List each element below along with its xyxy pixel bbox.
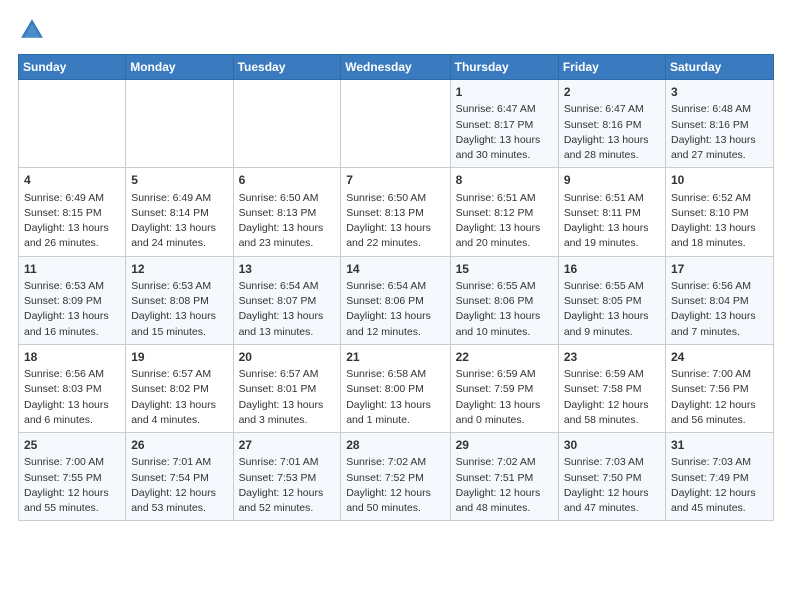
weekday-header-monday: Monday — [126, 55, 233, 80]
day-number: 1 — [456, 84, 553, 101]
day-number: 11 — [24, 261, 120, 278]
day-number: 2 — [564, 84, 660, 101]
day-number: 28 — [346, 437, 444, 454]
day-cell-12: 12Sunrise: 6:53 AMSunset: 8:08 PMDayligh… — [126, 256, 233, 344]
logo — [18, 16, 50, 44]
day-number: 12 — [131, 261, 227, 278]
weekday-header-sunday: Sunday — [19, 55, 126, 80]
calendar-table: SundayMondayTuesdayWednesdayThursdayFrid… — [18, 54, 774, 521]
day-cell-7: 7Sunrise: 6:50 AMSunset: 8:13 PMDaylight… — [341, 168, 450, 256]
day-cell-5: 5Sunrise: 6:49 AMSunset: 8:14 PMDaylight… — [126, 168, 233, 256]
empty-cell — [233, 80, 341, 168]
day-number: 16 — [564, 261, 660, 278]
weekday-row: SundayMondayTuesdayWednesdayThursdayFrid… — [19, 55, 774, 80]
day-cell-2: 2Sunrise: 6:47 AMSunset: 8:16 PMDaylight… — [558, 80, 665, 168]
day-number: 31 — [671, 437, 768, 454]
weekday-header-saturday: Saturday — [666, 55, 774, 80]
day-cell-25: 25Sunrise: 7:00 AMSunset: 7:55 PMDayligh… — [19, 433, 126, 521]
day-number: 24 — [671, 349, 768, 366]
day-cell-15: 15Sunrise: 6:55 AMSunset: 8:06 PMDayligh… — [450, 256, 558, 344]
day-cell-29: 29Sunrise: 7:02 AMSunset: 7:51 PMDayligh… — [450, 433, 558, 521]
week-row-2: 4Sunrise: 6:49 AMSunset: 8:15 PMDaylight… — [19, 168, 774, 256]
day-cell-18: 18Sunrise: 6:56 AMSunset: 8:03 PMDayligh… — [19, 344, 126, 432]
day-cell-19: 19Sunrise: 6:57 AMSunset: 8:02 PMDayligh… — [126, 344, 233, 432]
empty-cell — [19, 80, 126, 168]
day-number: 21 — [346, 349, 444, 366]
day-cell-28: 28Sunrise: 7:02 AMSunset: 7:52 PMDayligh… — [341, 433, 450, 521]
header — [18, 16, 774, 44]
day-cell-26: 26Sunrise: 7:01 AMSunset: 7:54 PMDayligh… — [126, 433, 233, 521]
calendar-body: 1Sunrise: 6:47 AMSunset: 8:17 PMDaylight… — [19, 80, 774, 521]
day-number: 15 — [456, 261, 553, 278]
page: SundayMondayTuesdayWednesdayThursdayFrid… — [0, 0, 792, 531]
day-cell-20: 20Sunrise: 6:57 AMSunset: 8:01 PMDayligh… — [233, 344, 341, 432]
day-cell-4: 4Sunrise: 6:49 AMSunset: 8:15 PMDaylight… — [19, 168, 126, 256]
day-cell-31: 31Sunrise: 7:03 AMSunset: 7:49 PMDayligh… — [666, 433, 774, 521]
day-number: 5 — [131, 172, 227, 189]
day-cell-10: 10Sunrise: 6:52 AMSunset: 8:10 PMDayligh… — [666, 168, 774, 256]
day-number: 14 — [346, 261, 444, 278]
day-number: 18 — [24, 349, 120, 366]
day-cell-30: 30Sunrise: 7:03 AMSunset: 7:50 PMDayligh… — [558, 433, 665, 521]
day-number: 19 — [131, 349, 227, 366]
day-number: 8 — [456, 172, 553, 189]
calendar-header: SundayMondayTuesdayWednesdayThursdayFrid… — [19, 55, 774, 80]
day-number: 27 — [239, 437, 336, 454]
week-row-5: 25Sunrise: 7:00 AMSunset: 7:55 PMDayligh… — [19, 433, 774, 521]
day-cell-13: 13Sunrise: 6:54 AMSunset: 8:07 PMDayligh… — [233, 256, 341, 344]
day-number: 29 — [456, 437, 553, 454]
weekday-header-wednesday: Wednesday — [341, 55, 450, 80]
day-number: 17 — [671, 261, 768, 278]
day-cell-1: 1Sunrise: 6:47 AMSunset: 8:17 PMDaylight… — [450, 80, 558, 168]
empty-cell — [341, 80, 450, 168]
weekday-header-friday: Friday — [558, 55, 665, 80]
day-cell-6: 6Sunrise: 6:50 AMSunset: 8:13 PMDaylight… — [233, 168, 341, 256]
day-number: 7 — [346, 172, 444, 189]
day-cell-3: 3Sunrise: 6:48 AMSunset: 8:16 PMDaylight… — [666, 80, 774, 168]
week-row-4: 18Sunrise: 6:56 AMSunset: 8:03 PMDayligh… — [19, 344, 774, 432]
logo-icon — [18, 16, 46, 44]
day-number: 10 — [671, 172, 768, 189]
day-cell-17: 17Sunrise: 6:56 AMSunset: 8:04 PMDayligh… — [666, 256, 774, 344]
day-cell-14: 14Sunrise: 6:54 AMSunset: 8:06 PMDayligh… — [341, 256, 450, 344]
weekday-header-tuesday: Tuesday — [233, 55, 341, 80]
day-number: 23 — [564, 349, 660, 366]
day-cell-23: 23Sunrise: 6:59 AMSunset: 7:58 PMDayligh… — [558, 344, 665, 432]
day-cell-22: 22Sunrise: 6:59 AMSunset: 7:59 PMDayligh… — [450, 344, 558, 432]
weekday-header-thursday: Thursday — [450, 55, 558, 80]
day-cell-16: 16Sunrise: 6:55 AMSunset: 8:05 PMDayligh… — [558, 256, 665, 344]
day-cell-27: 27Sunrise: 7:01 AMSunset: 7:53 PMDayligh… — [233, 433, 341, 521]
day-number: 20 — [239, 349, 336, 366]
day-number: 26 — [131, 437, 227, 454]
day-number: 30 — [564, 437, 660, 454]
day-cell-9: 9Sunrise: 6:51 AMSunset: 8:11 PMDaylight… — [558, 168, 665, 256]
week-row-3: 11Sunrise: 6:53 AMSunset: 8:09 PMDayligh… — [19, 256, 774, 344]
day-number: 25 — [24, 437, 120, 454]
day-cell-21: 21Sunrise: 6:58 AMSunset: 8:00 PMDayligh… — [341, 344, 450, 432]
day-number: 9 — [564, 172, 660, 189]
day-number: 13 — [239, 261, 336, 278]
day-number: 4 — [24, 172, 120, 189]
day-cell-8: 8Sunrise: 6:51 AMSunset: 8:12 PMDaylight… — [450, 168, 558, 256]
empty-cell — [126, 80, 233, 168]
week-row-1: 1Sunrise: 6:47 AMSunset: 8:17 PMDaylight… — [19, 80, 774, 168]
day-number: 3 — [671, 84, 768, 101]
day-number: 22 — [456, 349, 553, 366]
day-cell-24: 24Sunrise: 7:00 AMSunset: 7:56 PMDayligh… — [666, 344, 774, 432]
day-cell-11: 11Sunrise: 6:53 AMSunset: 8:09 PMDayligh… — [19, 256, 126, 344]
day-number: 6 — [239, 172, 336, 189]
